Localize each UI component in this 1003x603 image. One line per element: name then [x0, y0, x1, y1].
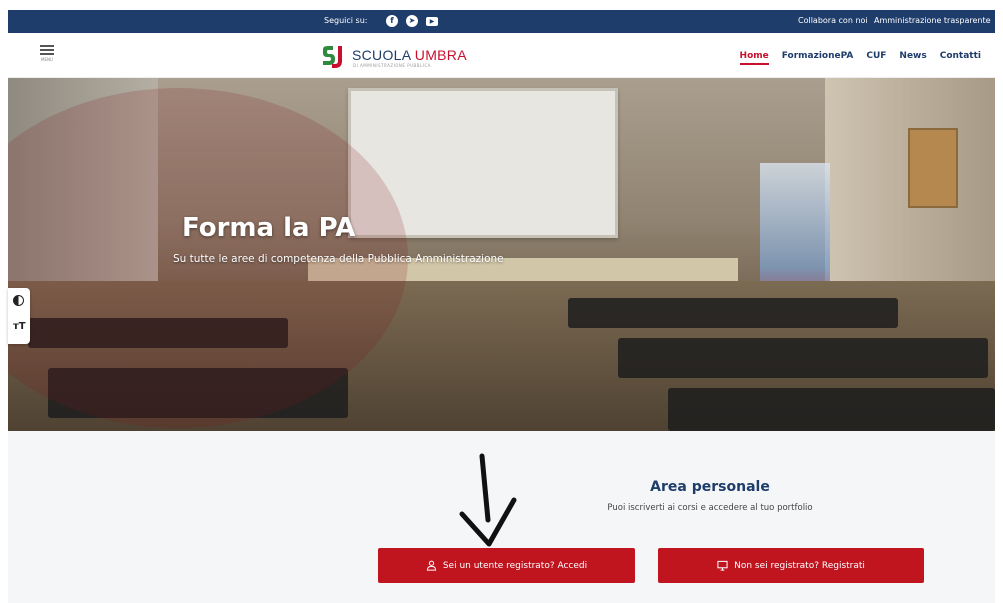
- login-button-label: Sei un utente registrato? Accedi: [442, 560, 588, 571]
- logo-subtitle: DI AMMINISTRAZIONE PUBBLICA: [353, 63, 431, 68]
- personal-area-title: Area personale: [650, 479, 770, 495]
- site-header: MENU SCUOLA UMBRA DI AMMINISTRAZIONE PUB…: [8, 33, 995, 78]
- menu-icon: [40, 45, 54, 47]
- hero-subtitle: Su tutte le aree di competenza della Pub…: [173, 253, 504, 265]
- facebook-icon[interactable]: f: [386, 15, 398, 27]
- logo-mark-icon: [323, 46, 342, 68]
- hero-bg-chair-row: [668, 388, 995, 431]
- accessibility-widget: тT: [8, 288, 30, 344]
- main-nav: Home FormazionePA CUF News Contatti: [739, 51, 981, 65]
- nav-news[interactable]: News: [899, 51, 926, 61]
- menu-icon-bar: [40, 53, 54, 55]
- login-button[interactable]: Sei un utente registrato? Accedi: [378, 548, 635, 583]
- personal-area-subtitle: Puoi iscriverti ai corsi e accedere al t…: [607, 503, 813, 513]
- monitor-icon: [717, 560, 728, 571]
- user-icon: [426, 560, 436, 571]
- register-button[interactable]: Non sei registrato? Registrati: [658, 548, 924, 583]
- logo-name-prefix: SCUOLA: [352, 47, 415, 63]
- nav-cuf[interactable]: CUF: [866, 51, 886, 61]
- annotation-arrow-icon: [459, 453, 517, 547]
- hero-bg-chair-row: [568, 298, 898, 328]
- nav-home[interactable]: Home: [739, 51, 769, 65]
- contrast-icon[interactable]: [13, 295, 24, 306]
- youtube-icon[interactable]: ▶: [426, 17, 438, 26]
- hero-title: Forma la PA: [182, 213, 356, 243]
- hero-banner: Forma la PA Su tutte le aree di competen…: [8, 78, 995, 431]
- follow-label: Seguici su:: [324, 16, 368, 25]
- collabora-link[interactable]: Collabora con noi: [798, 16, 868, 25]
- amministrazione-trasparente-link[interactable]: Amministrazione trasparente: [874, 16, 991, 25]
- site-logo[interactable]: SCUOLA UMBRA DI AMMINISTRAZIONE PUBBLICA: [320, 44, 490, 70]
- register-button-label: Non sei registrato? Registrati: [734, 560, 865, 571]
- hero-bg-chair-row: [618, 338, 988, 378]
- logo-name-accent: UMBRA: [414, 47, 467, 63]
- nav-contatti[interactable]: Contatti: [940, 51, 981, 61]
- hamburger-menu-button[interactable]: MENU: [38, 45, 56, 67]
- logo-name: SCUOLA UMBRA: [352, 47, 467, 63]
- menu-icon-bar: [40, 49, 54, 51]
- top-utility-bar: Seguici su: f ➤ ▶ Collabora con noi Ammi…: [8, 10, 995, 33]
- nav-formazionepa[interactable]: FormazionePA: [782, 51, 854, 61]
- menu-label: MENU: [41, 57, 53, 62]
- telegram-icon[interactable]: ➤: [406, 15, 418, 27]
- hero-bg-painting: [908, 128, 958, 208]
- text-size-icon[interactable]: тT: [13, 321, 26, 332]
